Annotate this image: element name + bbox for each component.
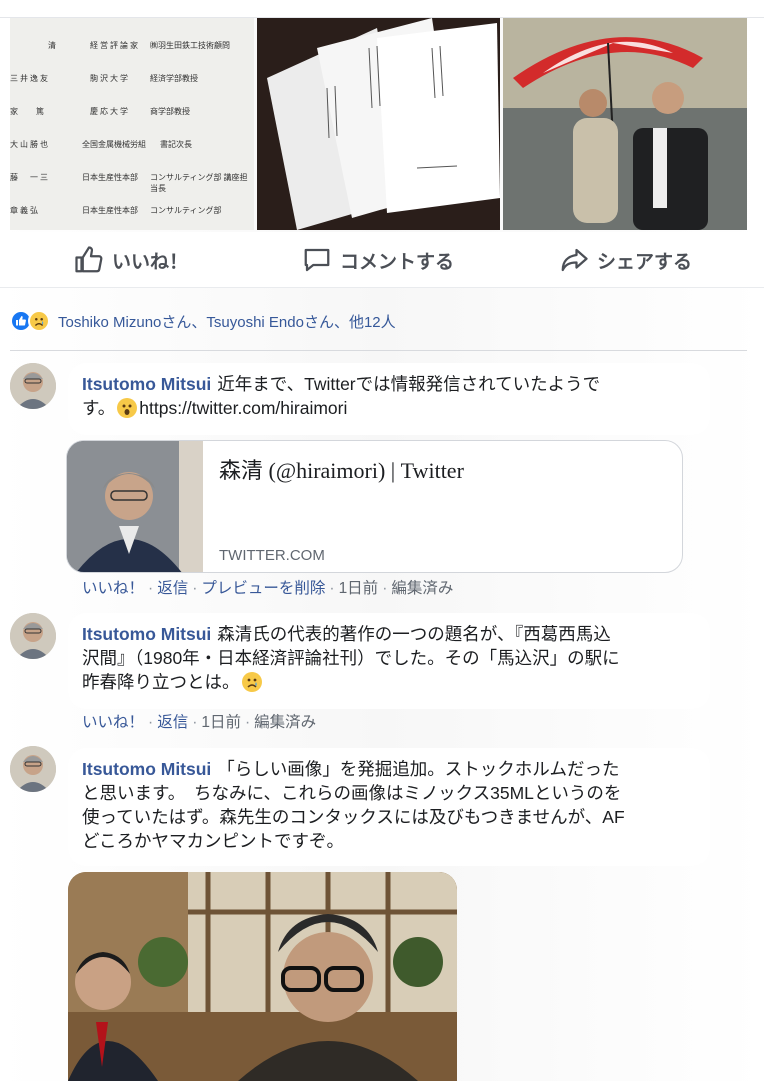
avatar[interactable]	[10, 746, 56, 792]
comment-like-link[interactable]: いいね！	[82, 714, 144, 731]
doc-name: 三 井 逸 友	[10, 74, 48, 83]
share-button[interactable]: シェアする	[559, 244, 692, 276]
photo-document-list[interactable]: 清 経 営 評 論 家 ㈱羽生田鉄工技術顧問 三 井 逸 友 駒 沢 大 学 経…	[10, 18, 254, 230]
doc-row: 章 義 弘 日本生産性本部 コンサルティング部	[10, 205, 254, 221]
remove-preview-link[interactable]: プレビューを削除	[201, 580, 325, 597]
comment-timestamp[interactable]: 1日前	[339, 580, 379, 597]
comment-author[interactable]: Itsutomo Mitsui	[82, 624, 211, 644]
sad-reaction-icon	[28, 310, 50, 332]
doc-name: 清	[48, 41, 56, 50]
comment-bubble-icon	[304, 248, 330, 272]
doc-name: 藤 一 三	[10, 173, 48, 182]
doc-title: 日本生産性本部	[82, 173, 138, 182]
reactions-summary[interactable]: Toshiko Mizunoさん、Tsuyoshi Endoさん、他12人	[10, 308, 396, 334]
two-men-photo	[68, 872, 457, 1081]
doc-org: 商学部教授	[150, 107, 190, 116]
photo-venice-umbrella[interactable]	[503, 18, 747, 230]
comment-timestamp[interactable]: 1日前	[201, 714, 241, 731]
doc-title: 日本生産性本部	[82, 206, 138, 215]
comment-reply-link[interactable]: 返信	[157, 580, 188, 597]
comment-text: と思います。 ちなみに、これらの画像はミノックス35MLというのを	[82, 783, 622, 803]
doc-row: 藤 一 三 日本生産性本部 コンサルティング部 講座担当長	[10, 172, 254, 193]
comment-text: 「らしい画像」を発掘追加。ストックホルムだった	[217, 759, 620, 779]
photo-booklets[interactable]	[257, 18, 500, 230]
doc-name: 章 義 弘	[10, 206, 38, 215]
surprised-emoji-icon	[117, 398, 138, 418]
doc-name: 家 篤	[10, 107, 44, 116]
comment-text: す。	[82, 398, 116, 418]
comment-author[interactable]: Itsutomo Mitsui	[82, 759, 211, 779]
comment-text: 昨春降り立つとは。	[82, 672, 240, 692]
comment-actions: いいね！ · 返信 · 1日前 · 編集済み	[82, 714, 317, 731]
doc-title: 駒 沢 大 学	[90, 74, 128, 83]
share-arrow-icon	[561, 248, 588, 272]
link-preview-card[interactable]: 森清 (@hiraimori) | Twitter TWITTER.COM	[66, 440, 683, 573]
preview-title[interactable]: 森清 (@hiraimori) | Twitter	[219, 453, 464, 485]
like-button[interactable]: いいね！	[74, 244, 188, 276]
doc-org: コンサルティング部 講座担当長	[150, 173, 248, 193]
doc-name: 大 山 勝 也	[10, 140, 48, 149]
doc-org: コンサルティング部	[150, 206, 222, 215]
reactions-names[interactable]: Toshiko Mizunoさん、Tsuyoshi Endoさん、他12人	[58, 311, 396, 332]
comment-button[interactable]: コメントする	[302, 244, 454, 276]
sad-tear-emoji-icon	[241, 672, 262, 692]
doc-org: 書記次長	[160, 140, 192, 149]
doc-org: ㈱羽生田鉄工技術顧問	[150, 41, 230, 50]
doc-title: 慶 応 大 学	[90, 107, 128, 116]
comments-divider	[10, 350, 747, 351]
doc-org: 経済学部教授	[150, 74, 198, 83]
comment-bubble: Itsutomo Mitsui 「らしい画像」を発掘追加。ストックホルムだった と…	[68, 748, 710, 866]
comment-bubble: Itsutomo Mitsui 森清氏の代表的著作の一つの題名が、『西葛西馬込 沢…	[68, 613, 710, 709]
avatar[interactable]	[10, 613, 56, 659]
comment-like-link[interactable]: いいね！	[82, 580, 144, 597]
preview-thumbnail	[67, 441, 203, 572]
twitter-link[interactable]: https://twitter.com/hiraimori	[139, 398, 347, 418]
doc-row: 家 篤 慶 応 大 学 商学部教授	[10, 106, 254, 122]
doc-row: 大 山 勝 也 全国金属機械労組 書記次長	[10, 139, 254, 155]
comment-reply-link[interactable]: 返信	[157, 714, 188, 731]
comment-actions: いいね！ · 返信 · プレビューを削除 · 1日前 · 編集済み	[82, 580, 454, 597]
booklets-illustration	[257, 18, 500, 230]
edited-label[interactable]: 編集済み	[254, 714, 316, 731]
doc-row: 三 井 逸 友 駒 沢 大 学 経済学部教授	[10, 73, 254, 89]
comment-text: 近年まで、Twitterでは情報発信されていたようで	[217, 374, 601, 394]
comment-bubble: Itsutomo Mitsui 近年まで、Twitterでは情報発信されていたよう…	[68, 363, 710, 435]
post-action-bar: いいね！ コメントする シェアする	[0, 232, 764, 288]
comment-text: 沢間』（1980年・日本経済評論社刊）でした。その「馬込沢」の駅に	[82, 648, 620, 668]
comment-photo-attachment[interactable]	[68, 872, 457, 1081]
comment-text: 使っていたはず。森先生のコンタックスには及びもつきませんが、AF	[82, 807, 625, 827]
doc-title: 経 営 評 論 家	[90, 41, 138, 50]
post-photo-grid: 清 経 営 評 論 家 ㈱羽生田鉄工技術顧問 三 井 逸 友 駒 沢 大 学 経…	[10, 18, 747, 230]
doc-row: 清 経 営 評 論 家 ㈱羽生田鉄工技術顧問	[10, 40, 254, 56]
comment-label: コメントする	[340, 251, 455, 273]
comment-author[interactable]: Itsutomo Mitsui	[82, 374, 211, 394]
share-label: シェアする	[597, 251, 693, 273]
avatar[interactable]	[10, 363, 56, 409]
venice-illustration	[503, 18, 747, 230]
top-border	[0, 0, 764, 18]
preview-domain: TWITTER.COM	[219, 547, 325, 564]
thumbs-up-icon	[75, 246, 103, 273]
doc-title: 全国金属機械労組	[82, 140, 146, 149]
edited-label[interactable]: 編集済み	[391, 580, 453, 597]
like-label: いいね！	[112, 251, 189, 273]
comment-text: 森清氏の代表的著作の一つの題名が、『西葛西馬込	[217, 624, 611, 644]
comment-text: どころかヤマカンピントですぞ。	[82, 831, 344, 851]
